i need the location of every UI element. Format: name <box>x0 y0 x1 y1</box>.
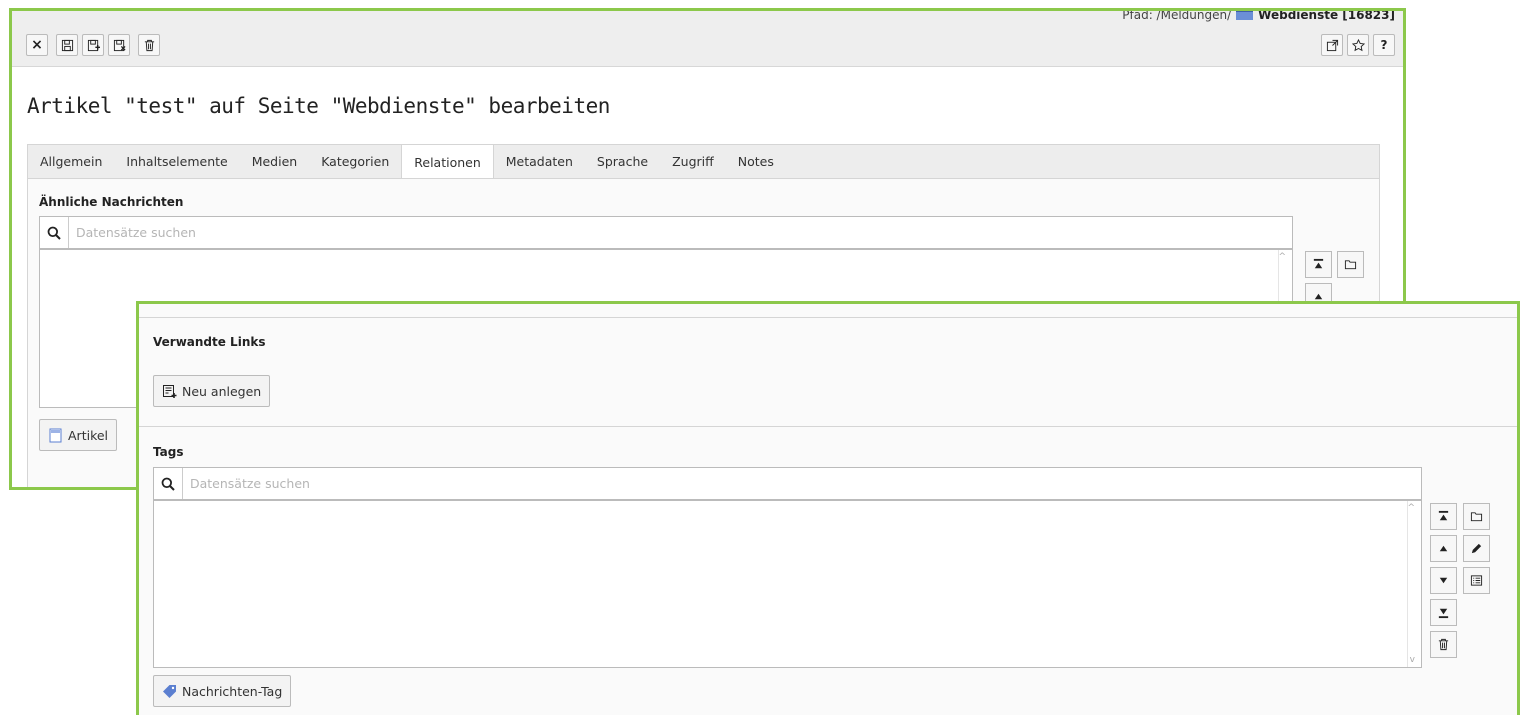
related-news-label: Ähnliche Nachrichten <box>39 195 184 209</box>
move-top-button[interactable] <box>1430 503 1457 530</box>
edit-tag-button[interactable] <box>1463 535 1490 562</box>
related-news-search: Datensätze suchen <box>39 216 1293 249</box>
page-icon <box>1236 11 1254 20</box>
toolbar-right: ? <box>1321 34 1395 56</box>
section-top-border <box>139 304 1517 318</box>
tab-allgemein[interactable]: Allgemein <box>28 145 114 179</box>
bookmark-button[interactable] <box>1347 34 1369 56</box>
tags-search: Datensätze suchen <box>153 467 1422 500</box>
create-new-link-label: Neu anlegen <box>182 383 262 399</box>
related-news-search-input[interactable]: Datensätze suchen <box>69 225 196 240</box>
help-button[interactable]: ? <box>1373 34 1395 56</box>
help-icon: ? <box>1380 38 1388 52</box>
close-icon: × <box>31 37 43 53</box>
search-icon <box>154 468 183 499</box>
delete-button[interactable] <box>138 34 160 56</box>
new-record-icon <box>163 384 177 398</box>
breadcrumb-page[interactable]: Webdienste [16823] <box>1258 11 1395 22</box>
tab-zugriff[interactable]: Zugriff <box>660 145 726 179</box>
tab-inhaltselemente[interactable]: Inhaltselemente <box>114 145 239 179</box>
tab-notes[interactable]: Notes <box>726 145 786 179</box>
trash-icon <box>1438 638 1449 651</box>
move-top-icon <box>1313 258 1324 269</box>
tag-icon <box>163 684 176 698</box>
add-article-label: Artikel <box>68 427 109 443</box>
delete-tag-button[interactable] <box>1430 631 1457 658</box>
page-title: Artikel "test" auf Seite "Webdienste" be… <box>27 94 610 118</box>
docheader: Pfad: /Meldungen/ Webdienste [16823] × ? <box>12 11 1403 67</box>
external-window-icon <box>1326 39 1338 51</box>
browse-tags-button[interactable] <box>1463 503 1490 530</box>
tags-list[interactable]: ^ v <box>153 500 1422 668</box>
list-tags-button[interactable] <box>1463 567 1490 594</box>
tab-relationen[interactable]: Relationen <box>401 144 494 179</box>
tab-metadaten[interactable]: Metadaten <box>494 145 585 179</box>
star-icon <box>1351 38 1365 51</box>
related-links-label: Verwandte Links <box>153 335 266 349</box>
breadcrumb-prefix: Pfad: /Meldungen/ <box>1122 8 1232 22</box>
save-button[interactable] <box>56 34 78 56</box>
move-bottom-button[interactable] <box>1430 599 1457 626</box>
editor-panel-foreground: Verwandte Links Neu anlegen Tags Datensä… <box>136 301 1520 715</box>
tags-search-input[interactable]: Datensätze suchen <box>183 476 310 491</box>
tab-bar: Allgemein Inhaltselemente Medien Kategor… <box>27 144 1380 179</box>
move-top-button[interactable] <box>1305 251 1332 278</box>
move-down-button[interactable] <box>1430 567 1457 594</box>
open-new-window-button[interactable] <box>1321 34 1343 56</box>
save-new-button[interactable] <box>82 34 104 56</box>
save-close-button[interactable] <box>108 34 130 56</box>
close-button[interactable]: × <box>26 34 48 56</box>
add-news-tag-button[interactable]: Nachrichten-Tag <box>153 675 292 707</box>
save-icon <box>61 39 73 51</box>
browse-records-button[interactable] <box>1337 251 1364 278</box>
arrow-up-icon <box>1439 545 1448 552</box>
folder-icon <box>1470 512 1483 522</box>
toolbar-left: × <box>26 34 160 56</box>
move-bottom-icon <box>1438 608 1449 619</box>
tab-sprache[interactable]: Sprache <box>585 145 660 179</box>
add-article-button[interactable]: Artikel <box>39 419 118 451</box>
add-news-tag-label: Nachrichten-Tag <box>182 683 283 699</box>
pencil-icon <box>1471 543 1482 554</box>
arrow-down-icon <box>1439 577 1448 584</box>
save-close-icon <box>113 39 126 51</box>
article-icon <box>49 428 62 442</box>
create-new-link-button[interactable]: Neu anlegen <box>153 375 271 407</box>
tab-kategorien[interactable]: Kategorien <box>309 145 401 179</box>
section-divider <box>139 426 1517 427</box>
move-top-icon <box>1438 510 1449 521</box>
folder-icon <box>1344 260 1357 270</box>
save-new-icon <box>87 39 100 51</box>
list-icon <box>1470 575 1483 586</box>
scrollbar[interactable] <box>1407 501 1421 667</box>
tab-medien[interactable]: Medien <box>240 145 310 179</box>
breadcrumb: Pfad: /Meldungen/ Webdienste [16823] <box>1122 8 1395 22</box>
search-icon <box>40 217 69 248</box>
move-up-button[interactable] <box>1430 535 1457 562</box>
trash-icon <box>144 39 154 51</box>
tags-label: Tags <box>153 445 184 459</box>
